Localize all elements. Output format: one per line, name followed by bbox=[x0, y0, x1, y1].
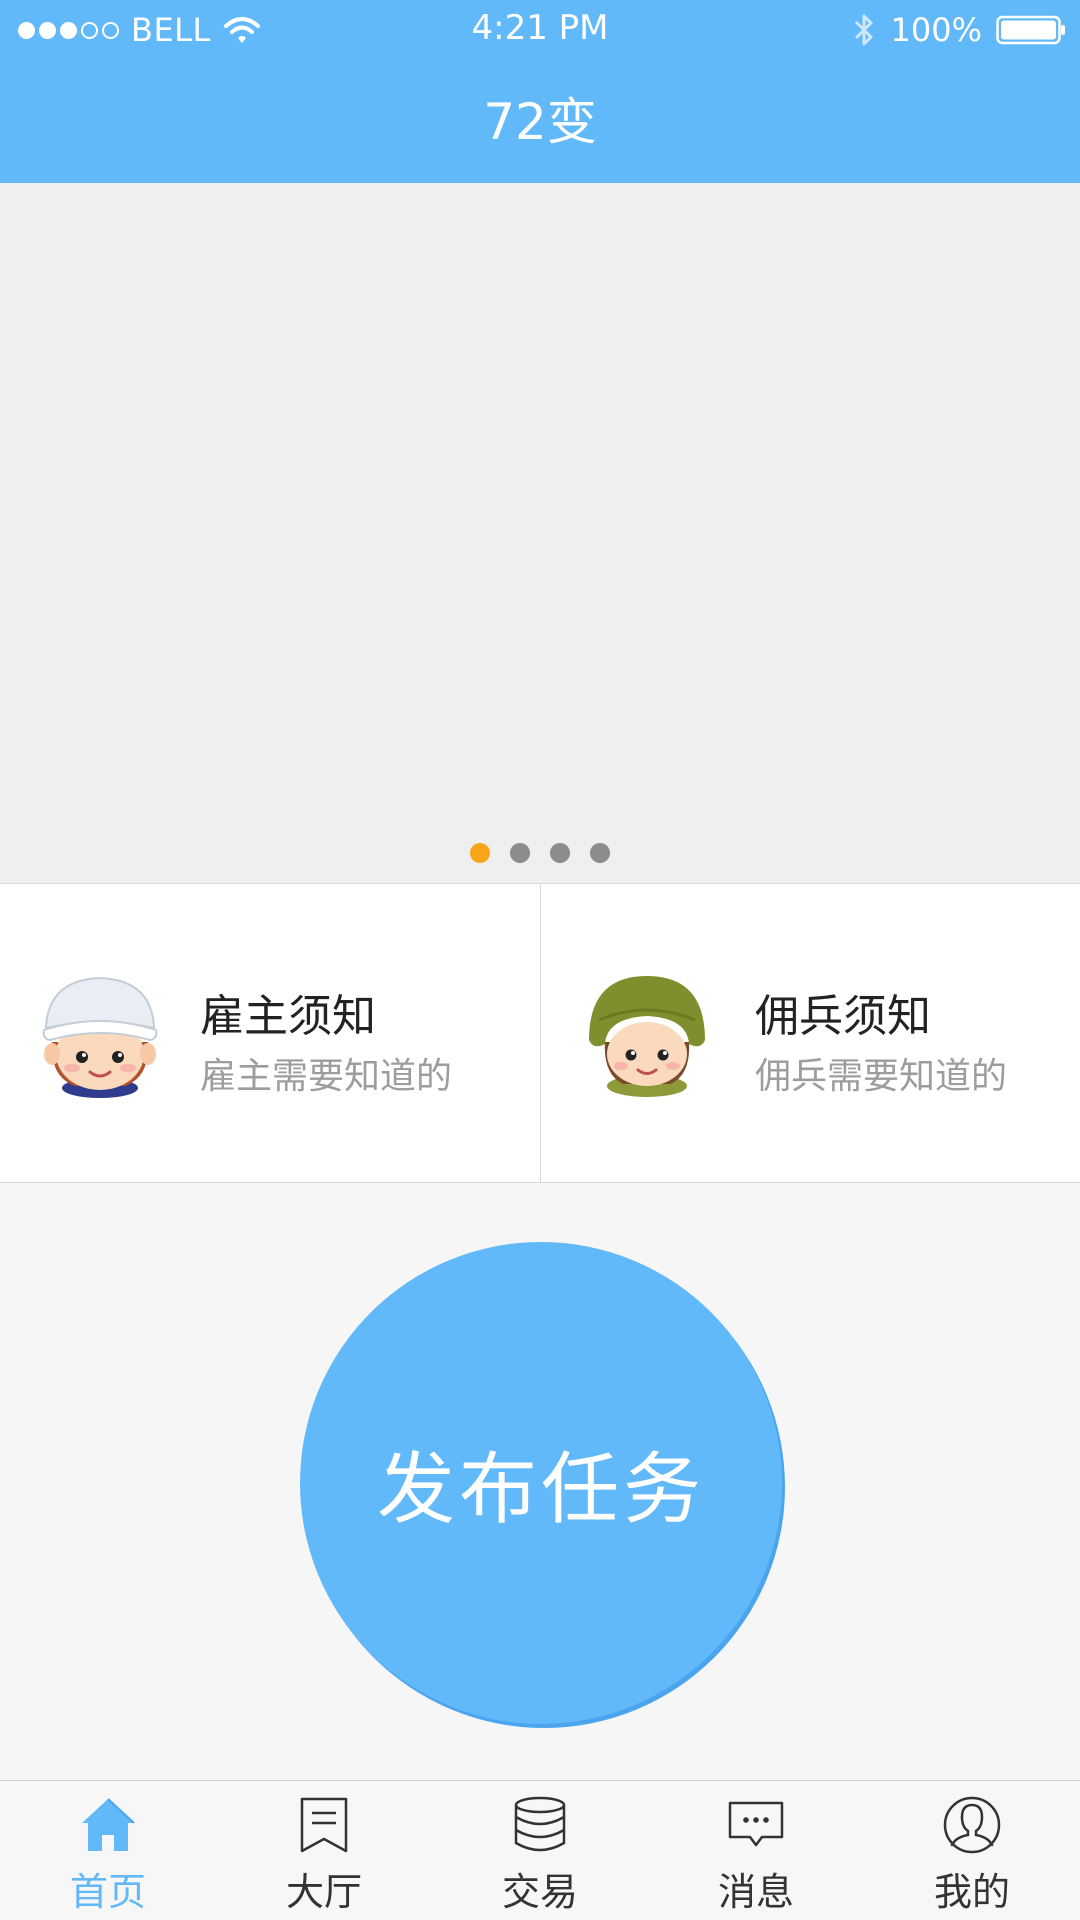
publish-task-button[interactable]: 发布任务 bbox=[300, 1242, 782, 1724]
home-icon bbox=[82, 1798, 135, 1851]
status-bar-right: 100% bbox=[851, 10, 1066, 50]
profile-icon bbox=[943, 1796, 1001, 1854]
tab-home-label: 首页 bbox=[69, 1870, 146, 1914]
bluetooth-icon bbox=[854, 14, 873, 46]
employer-notice-subtitle: 雇主需要知道的 bbox=[200, 1056, 453, 1097]
tab-hall[interactable]: 大厅 bbox=[216, 1781, 432, 1920]
employer-avatar-icon bbox=[42, 976, 158, 1098]
page-title: 72变 bbox=[483, 93, 597, 151]
home-screen: BELL 4:21 PM 100% 72变 雇主须知 雇主需要知道的 佣兵须知 … bbox=[0, 0, 1080, 1920]
tab-hall-label: 大厅 bbox=[285, 1870, 362, 1914]
page-dot-2[interactable] bbox=[510, 843, 530, 863]
app-header: BELL 4:21 PM 100% 72变 bbox=[0, 0, 1080, 183]
battery-percentage: 100% bbox=[890, 11, 982, 49]
battery-icon bbox=[996, 15, 1065, 45]
bottom-tab-bar: 首页 大厅 交易 消息 我的 bbox=[0, 1780, 1080, 1920]
mercenary-avatar-icon bbox=[589, 976, 705, 1097]
banner-carousel[interactable] bbox=[0, 183, 1080, 883]
bookmark-icon bbox=[300, 1797, 348, 1853]
mercenary-notice-card[interactable]: 佣兵须知 佣兵需要知道的 bbox=[540, 884, 1080, 1182]
page-dot-4[interactable] bbox=[590, 843, 610, 863]
tab-profile[interactable]: 我的 bbox=[864, 1781, 1080, 1920]
employer-notice-title: 雇主须知 bbox=[200, 991, 376, 1042]
page-dot-3[interactable] bbox=[550, 843, 570, 863]
employer-notice-card[interactable]: 雇主须知 雇主需要知道的 bbox=[0, 884, 540, 1182]
tab-profile-label: 我的 bbox=[933, 1870, 1010, 1914]
tab-messages-label: 消息 bbox=[717, 1870, 794, 1914]
status-bar: BELL 4:21 PM 100% bbox=[0, 0, 1080, 58]
tab-home[interactable]: 首页 bbox=[0, 1781, 216, 1920]
chat-icon bbox=[728, 1801, 784, 1847]
page-dot-1[interactable] bbox=[470, 843, 490, 863]
tab-messages[interactable]: 消息 bbox=[648, 1781, 864, 1920]
notice-cards: 雇主须知 雇主需要知道的 佣兵须知 佣兵需要知道的 bbox=[0, 883, 1080, 1183]
tab-trade[interactable]: 交易 bbox=[432, 1781, 648, 1920]
mercenary-notice-title: 佣兵须知 bbox=[755, 991, 931, 1042]
mercenary-notice-subtitle: 佣兵需要知道的 bbox=[755, 1056, 1008, 1097]
carousel-page-indicator[interactable] bbox=[0, 843, 1080, 867]
tab-trade-label: 交易 bbox=[501, 1870, 578, 1914]
database-icon bbox=[514, 1796, 566, 1852]
